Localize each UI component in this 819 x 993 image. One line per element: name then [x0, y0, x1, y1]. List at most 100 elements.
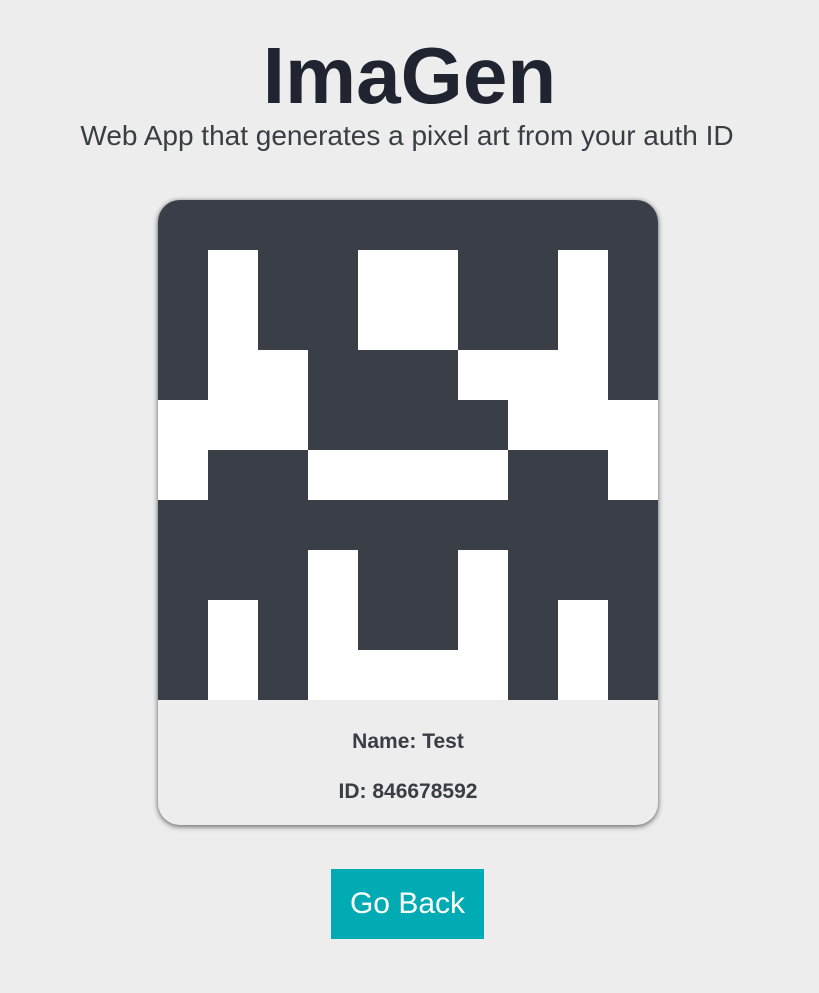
pixel-cell: [308, 500, 358, 550]
page-subtitle: Web App that generates a pixel art from …: [80, 120, 734, 151]
pixel-cell: [208, 650, 258, 700]
pixel-cell: [508, 550, 558, 600]
pixel-cell: [158, 250, 208, 300]
page: ImaGen Web App that generates a pixel ar…: [0, 0, 819, 993]
pixel-cell: [258, 200, 308, 250]
pixel-cell: [608, 200, 658, 250]
pixel-cell: [558, 200, 608, 250]
pixel-cell: [158, 200, 208, 250]
pixel-cell: [608, 550, 658, 600]
pixel-cell: [208, 200, 258, 250]
pixel-cell: [558, 550, 608, 600]
pixel-cell: [258, 500, 308, 550]
pixel-cell: [308, 600, 358, 650]
pixel-cell: [208, 300, 258, 350]
pixel-cell: [508, 500, 558, 550]
pixel-cell: [358, 600, 408, 650]
user-id: ID: 846678592: [338, 780, 478, 803]
pixel-cell: [458, 350, 508, 400]
pixel-cell: [458, 450, 508, 500]
pixel-cell: [508, 300, 558, 350]
pixel-cell: [558, 250, 608, 300]
avatar-card: Name: Test ID: 846678592: [158, 200, 658, 825]
pixel-cell: [208, 250, 258, 300]
pixel-cell: [308, 250, 358, 300]
pixel-cell: [558, 300, 608, 350]
pixel-cell: [608, 500, 658, 550]
pixel-cell: [458, 500, 508, 550]
pixel-cell: [208, 600, 258, 650]
pixel-cell: [408, 500, 458, 550]
pixel-cell: [258, 300, 308, 350]
pixel-cell: [358, 400, 408, 450]
pixel-cell: [308, 450, 358, 500]
pixel-cell: [408, 400, 458, 450]
go-back-button[interactable]: Go Back: [331, 869, 484, 939]
user-name: Name: Test: [352, 730, 464, 753]
pixel-cell: [358, 550, 408, 600]
pixel-cell: [608, 650, 658, 700]
pixel-cell: [608, 400, 658, 450]
pixel-cell: [608, 600, 658, 650]
pixel-cell: [308, 350, 358, 400]
pixel-cell: [408, 450, 458, 500]
pixel-cell: [208, 500, 258, 550]
pixel-cell: [558, 450, 608, 500]
pixel-cell: [608, 350, 658, 400]
pixel-cell: [408, 300, 458, 350]
pixel-cell: [158, 300, 208, 350]
pixel-cell: [608, 300, 658, 350]
pixel-cell: [358, 300, 408, 350]
pixel-cell: [158, 500, 208, 550]
pixel-cell: [158, 350, 208, 400]
pixel-cell: [408, 350, 458, 400]
pixel-cell: [358, 200, 408, 250]
pixel-cell: [308, 300, 358, 350]
pixel-art-avatar: [158, 200, 658, 700]
pixel-cell: [458, 550, 508, 600]
pixel-cell: [208, 400, 258, 450]
pixel-cell: [208, 450, 258, 500]
pixel-cell: [408, 200, 458, 250]
pixel-cell: [558, 650, 608, 700]
pixel-cell: [358, 500, 408, 550]
pixel-cell: [458, 200, 508, 250]
pixel-cell: [608, 450, 658, 500]
pixel-cell: [458, 600, 508, 650]
pixel-cell: [458, 300, 508, 350]
pixel-cell: [458, 400, 508, 450]
pixel-cell: [408, 250, 458, 300]
pixel-cell: [508, 350, 558, 400]
page-title: ImaGen: [262, 31, 557, 120]
pixel-cell: [208, 550, 258, 600]
pixel-cell: [558, 400, 608, 450]
pixel-cell: [508, 600, 558, 650]
pixel-cell: [258, 650, 308, 700]
pixel-cell: [258, 550, 308, 600]
pixel-cell: [508, 450, 558, 500]
pixel-cell: [358, 450, 408, 500]
pixel-cell: [158, 450, 208, 500]
pixel-cell: [358, 250, 408, 300]
pixel-cell: [258, 350, 308, 400]
pixel-cell: [258, 450, 308, 500]
pixel-cell: [608, 250, 658, 300]
pixel-cell: [208, 350, 258, 400]
pixel-cell: [308, 400, 358, 450]
pixel-cell: [558, 600, 608, 650]
pixel-cell: [408, 600, 458, 650]
pixel-cell: [358, 650, 408, 700]
pixel-cell: [458, 650, 508, 700]
pixel-cell: [508, 400, 558, 450]
pixel-cell: [258, 600, 308, 650]
pixel-cell: [558, 350, 608, 400]
pixel-cell: [158, 400, 208, 450]
pixel-cell: [308, 550, 358, 600]
pixel-cell: [408, 650, 458, 700]
pixel-cell: [308, 200, 358, 250]
pixel-cell: [358, 350, 408, 400]
pixel-cell: [308, 650, 358, 700]
pixel-cell: [558, 500, 608, 550]
pixel-cell: [408, 550, 458, 600]
pixel-cell: [458, 250, 508, 300]
